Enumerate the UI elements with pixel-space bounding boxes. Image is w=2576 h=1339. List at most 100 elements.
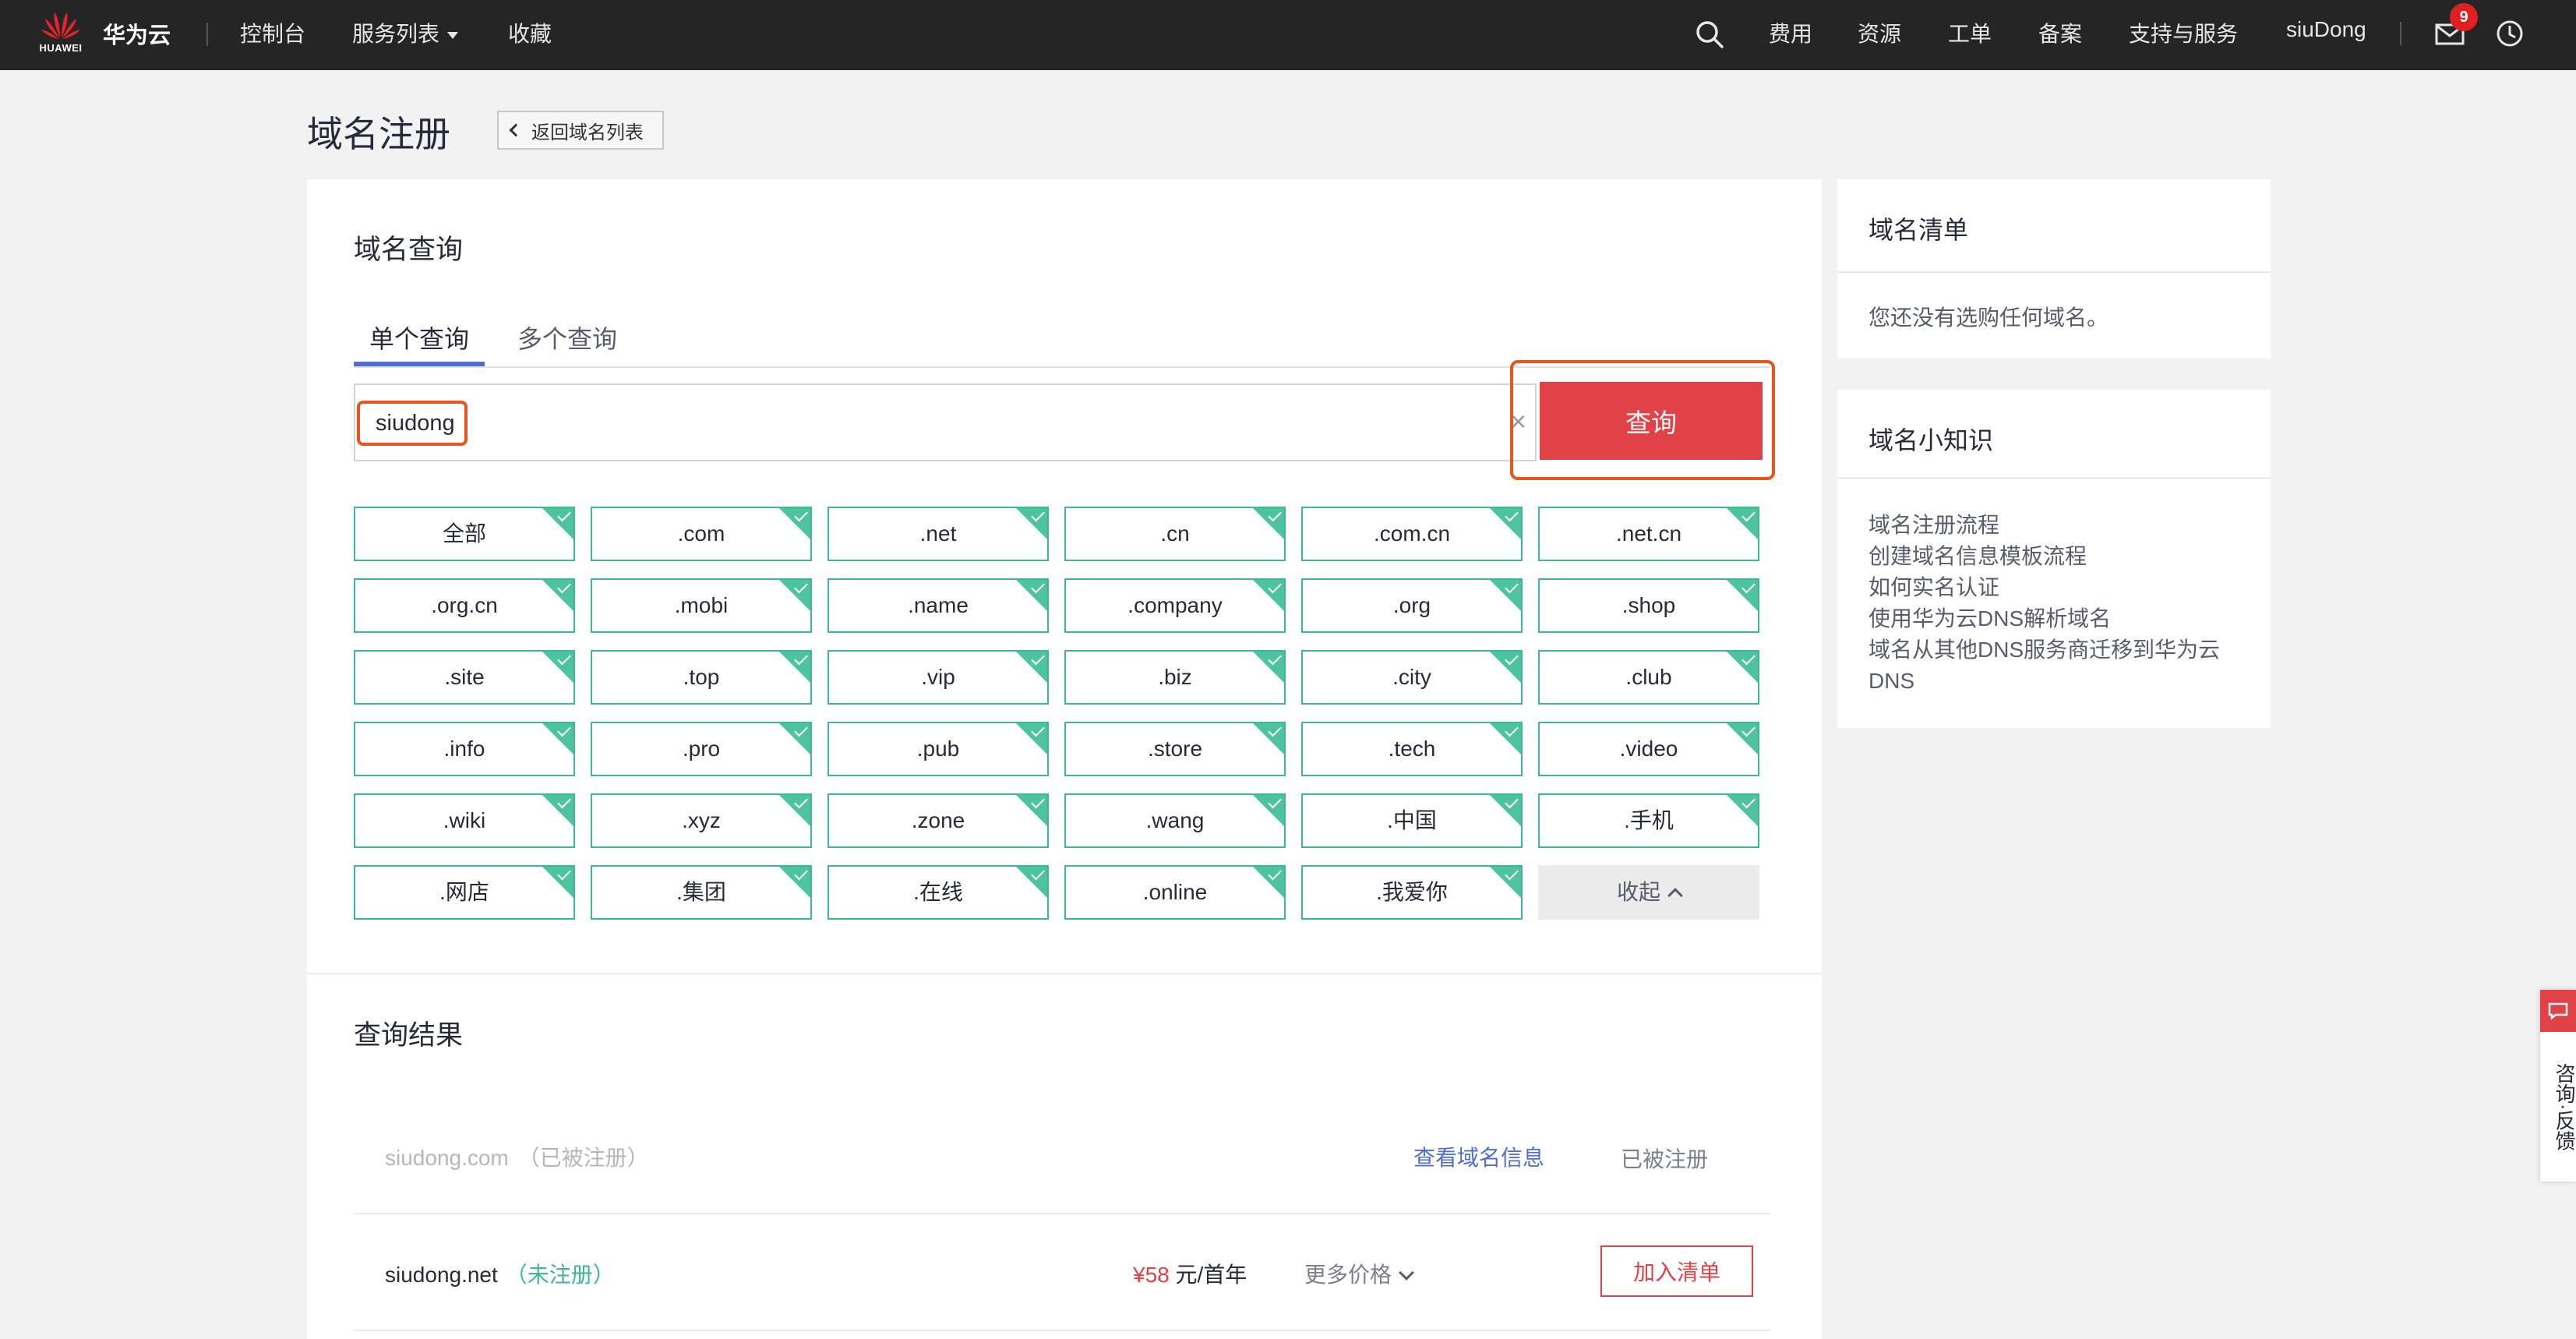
brand-name[interactable]: 华为云 [103, 17, 171, 50]
tld-chip[interactable]: .org.cn [354, 578, 575, 633]
tld-chip[interactable]: .org [1301, 578, 1523, 633]
knowledge-link[interactable]: DNS [1868, 666, 2239, 697]
tld-chip[interactable]: .pub [827, 722, 1049, 776]
huawei-logo[interactable]: HUAWEI [39, 8, 83, 62]
tld-chip[interactable]: .vip [827, 650, 1049, 705]
result-status: （未注册） [505, 1263, 615, 1287]
tld-chip[interactable]: .wiki [354, 793, 575, 848]
tld-chip[interactable]: .online [1064, 865, 1286, 920]
domain-query-panel: 域名查询 单个查询 多个查询 × 查询 全部.com.net.cn.com.cn… [307, 179, 1822, 1339]
collapse-button[interactable]: 收起 [1538, 865, 1759, 920]
nav-console[interactable]: 控制台 [240, 17, 305, 48]
huawei-flower-icon [41, 12, 80, 39]
checkmark-corner-icon [542, 652, 573, 683]
checkmark-corner-icon [542, 867, 573, 898]
tld-chip[interactable]: .video [1538, 722, 1759, 776]
nav-user-account[interactable]: siuDong [2286, 17, 2366, 42]
nav-fees[interactable]: 费用 [1769, 17, 1812, 48]
tld-chip[interactable]: .网店 [354, 865, 575, 920]
tld-chip[interactable]: .net [827, 507, 1049, 561]
domain-search-input[interactable] [365, 401, 1456, 446]
tld-chip[interactable]: .top [591, 650, 812, 705]
query-section-title: 域名查询 [354, 235, 464, 265]
more-prices-dropdown[interactable]: 更多价格 [1304, 1258, 1414, 1289]
tab-multi-query[interactable]: 多个查询 [517, 320, 617, 355]
tld-chip[interactable]: .info [354, 722, 575, 776]
consult-feedback-widget[interactable]: 咨询·反馈 [2540, 990, 2576, 1182]
page-title: 域名注册 [307, 114, 450, 154]
result-domain-name: siudong.net [385, 1263, 498, 1287]
tab-single-query[interactable]: 单个查询 [369, 320, 469, 355]
back-to-domain-list-button[interactable]: 返回域名列表 [497, 111, 664, 150]
knowledge-link[interactable]: 如何实名认证 [1868, 572, 2239, 603]
knowledge-link[interactable]: 域名从其他DNS服务商迁移到华为云 [1868, 634, 2239, 666]
tld-chip[interactable]: .中国 [1301, 793, 1523, 848]
query-button[interactable]: 查询 [1540, 382, 1763, 460]
tld-chip[interactable]: .xyz [591, 793, 812, 848]
clear-input-icon[interactable]: × [1510, 402, 1526, 441]
tld-chip[interactable]: .company [1064, 578, 1286, 633]
tld-chip[interactable]: .city [1301, 650, 1523, 705]
view-domain-info-link[interactable]: 查看域名信息 [1413, 1141, 1544, 1172]
more-prices-label: 更多价格 [1304, 1263, 1392, 1287]
price-unit: 元/首年 [1169, 1263, 1247, 1287]
tld-chip[interactable]: .com.cn [1301, 507, 1523, 561]
tld-chip[interactable]: .tech [1301, 722, 1523, 776]
collapse-label: 收起 [1616, 880, 1660, 904]
tld-chip-label: .mobi [674, 593, 729, 617]
add-to-list-button[interactable]: 加入清单 [1600, 1245, 1753, 1297]
price-label: ¥58 元/首年 [1133, 1258, 1247, 1289]
nav-favorites[interactable]: 收藏 [508, 17, 552, 48]
tld-chip-label: .info [443, 737, 485, 761]
knowledge-link[interactable]: 创建域名信息模板流程 [1868, 541, 2239, 572]
consult-feedback-label: 咨询·反馈 [2553, 1062, 2576, 1151]
knowledge-links: 域名注册流程 创建域名信息模板流程 如何实名认证 使用华为云DNS解析域名 域名… [1837, 479, 2271, 725]
tld-chip[interactable]: .biz [1064, 650, 1286, 705]
tld-chip[interactable]: .site [354, 650, 575, 705]
nav-divider [206, 23, 208, 46]
domain-knowledge-title: 域名小知识 [1837, 390, 2271, 479]
tld-chip-label: .pro [682, 737, 721, 761]
chevron-down-icon [1399, 1265, 1414, 1281]
checkmark-corner-icon [1727, 652, 1758, 683]
checkmark-corner-icon [1016, 795, 1047, 826]
tld-chip[interactable]: .在线 [827, 865, 1049, 920]
search-icon[interactable] [1694, 19, 1725, 50]
tld-chip[interactable]: .zone [827, 793, 1049, 848]
price-amount: ¥58 [1133, 1263, 1170, 1287]
nav-service-list-label: 服务列表 [352, 22, 440, 46]
tld-chip[interactable]: .我爱你 [1301, 865, 1523, 920]
knowledge-link[interactable]: 使用华为云DNS解析域名 [1868, 603, 2239, 634]
nav-resources[interactable]: 资源 [1858, 17, 1901, 48]
nav-tickets[interactable]: 工单 [1948, 17, 1992, 48]
nav-service-list[interactable]: 服务列表 [352, 17, 459, 48]
tld-chip[interactable]: .shop [1538, 578, 1759, 633]
tld-chip[interactable]: .cn [1064, 507, 1286, 561]
tld-chip[interactable]: .club [1538, 650, 1759, 705]
clock-icon[interactable] [2495, 19, 2525, 48]
tld-chip[interactable]: .name [827, 578, 1049, 633]
tld-chip[interactable]: .手机 [1538, 793, 1759, 848]
checkmark-corner-icon [1490, 652, 1521, 683]
tld-chip[interactable]: .net.cn [1538, 507, 1759, 561]
results-section-title: 查询结果 [354, 1020, 464, 1051]
mail-count-badge: 9 [2450, 3, 2478, 31]
checkmark-corner-icon [1016, 723, 1047, 754]
tld-chip[interactable]: .mobi [591, 578, 812, 633]
tld-chip-label: .tech [1388, 737, 1436, 761]
tld-chip-label: .top [683, 665, 720, 689]
tld-chip[interactable]: .pro [591, 722, 812, 776]
logo-wordmark: HUAWEI [39, 42, 83, 54]
knowledge-link[interactable]: 域名注册流程 [1868, 510, 2239, 541]
checkmark-corner-icon [779, 580, 810, 611]
nav-filing[interactable]: 备案 [2038, 17, 2082, 48]
tld-chip-label: .pub [916, 737, 960, 761]
nav-support[interactable]: 支持与服务 [2129, 17, 2238, 48]
tld-chip[interactable]: 全部 [354, 507, 575, 561]
tld-chip[interactable]: .store [1064, 722, 1286, 776]
tld-chip[interactable]: .wang [1064, 793, 1286, 848]
tld-chip-label: .xyz [682, 808, 721, 832]
tld-chip[interactable]: .集团 [591, 865, 812, 920]
tld-chip[interactable]: .com [591, 507, 812, 561]
tld-chip-label: .shop [1621, 593, 1676, 617]
